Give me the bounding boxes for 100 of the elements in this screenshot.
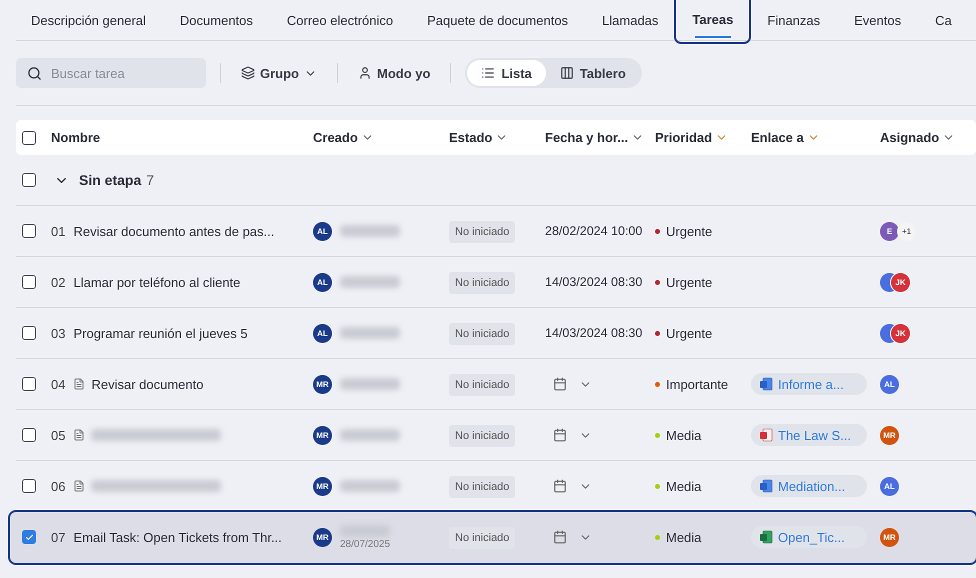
- column-header[interactable]: Enlace a: [751, 130, 880, 145]
- checkbox[interactable]: [22, 326, 36, 340]
- status-badge: No iniciado: [449, 374, 516, 396]
- tab[interactable]: Llamadas: [602, 0, 658, 40]
- blurred-text: [340, 225, 400, 237]
- me-mode-button[interactable]: Modo yo: [352, 66, 436, 80]
- task-row[interactable]: 05 MR No iniciado Media The Law S... MR: [16, 410, 976, 461]
- task-row[interactable]: 04 Revisar documento MR No iniciado Importante Informe a... AL: [16, 359, 976, 410]
- checkbox[interactable]: [22, 224, 36, 238]
- task-name: Revisar documento antes de pas...: [73, 224, 274, 238]
- tab[interactable]: Finanzas: [767, 0, 820, 40]
- tab[interactable]: Descripción general: [31, 0, 146, 40]
- column-header[interactable]: Fecha y hor...: [545, 130, 655, 145]
- tab[interactable]: Tareas: [676, 0, 750, 42]
- avatar: AL: [313, 272, 332, 292]
- tab[interactable]: Paquete de documentos: [427, 0, 568, 40]
- search-field[interactable]: Buscar tarea: [16, 58, 206, 88]
- status-badge: No iniciado: [449, 323, 516, 345]
- document-icon: [73, 378, 86, 390]
- calendar-icon[interactable]: [553, 377, 567, 391]
- avatar: MR: [880, 528, 899, 546]
- document-file-icon: [759, 479, 773, 493]
- blurred-text: [340, 480, 400, 492]
- avatar: MR: [313, 374, 332, 394]
- blurred-text: [340, 429, 400, 441]
- calendar-icon[interactable]: [553, 530, 567, 544]
- checkbox[interactable]: [22, 275, 36, 289]
- task-row[interactable]: 01 Revisar documento antes de pas... AL No iniciado 28/02/2024 10:00 Urgente E +1: [16, 206, 976, 257]
- tab[interactable]: Ca: [935, 0, 952, 40]
- task-row[interactable]: 07 Email Task: Open Tickets from Thr... MR 28/07/2025 No iniciado Media Open_Tic... MR: [10, 512, 976, 563]
- tab[interactable]: Eventos: [854, 0, 902, 40]
- task-number: 07: [51, 530, 66, 544]
- avatar: JK: [890, 322, 911, 344]
- column-header[interactable]: Creado: [313, 130, 449, 145]
- checkbox[interactable]: [22, 377, 36, 391]
- tab[interactable]: Documentos: [180, 0, 253, 40]
- checkbox[interactable]: [22, 173, 36, 187]
- layers-icon: [241, 66, 255, 80]
- task-row[interactable]: 02 Llamar por teléfono al cliente AL No iniciado 14/03/2024 08:30 Urgente JK: [16, 257, 976, 308]
- avatar: MR: [313, 426, 332, 444]
- document-icon: [73, 480, 86, 492]
- checkbox[interactable]: [22, 428, 36, 442]
- task-number: 05: [51, 428, 66, 442]
- blurred-text: [340, 378, 400, 390]
- task-number: 04: [51, 376, 66, 392]
- priority-label: Media: [666, 478, 702, 494]
- priority-label: Urgente: [666, 224, 712, 238]
- list-icon: [481, 66, 496, 80]
- due-date: 14/03/2024 08:30: [545, 275, 642, 289]
- checkbox[interactable]: [22, 130, 36, 144]
- status-badge: No iniciado: [449, 476, 516, 498]
- status-badge: No iniciado: [449, 272, 516, 294]
- columns-icon: [560, 66, 574, 80]
- task-name: Revisar documento: [91, 376, 204, 392]
- task-number: 01: [51, 224, 66, 238]
- priority-label: Media: [666, 530, 702, 544]
- view-tab[interactable]: Tablero: [546, 60, 640, 86]
- more-count: +1: [897, 222, 916, 240]
- column-header[interactable]: Estado: [449, 130, 545, 145]
- status-badge: No iniciado: [449, 221, 516, 243]
- task-number: 06: [51, 478, 66, 494]
- due-date: 28/02/2024 10:00: [545, 224, 642, 238]
- group-title: Sin etapa: [79, 172, 142, 188]
- document-file-icon: [759, 377, 773, 391]
- task-name: Email Task: Open Tickets from Thr...: [73, 530, 282, 544]
- avatar: AL: [313, 222, 332, 240]
- priority-label: Urgente: [666, 326, 712, 340]
- tab[interactable]: Correo electrónico: [286, 0, 394, 40]
- document-file-icon: [759, 530, 773, 544]
- document-icon: [73, 429, 86, 441]
- priority-label: Importante: [666, 376, 728, 392]
- checkbox[interactable]: [22, 530, 36, 544]
- column-header[interactable]: Asignado: [880, 130, 976, 145]
- task-name: Llamar por teléfono al cliente: [73, 274, 240, 290]
- status-badge: No iniciado: [449, 425, 516, 447]
- checkbox[interactable]: [22, 479, 36, 493]
- view-tab[interactable]: Lista: [467, 60, 546, 86]
- created-date: 28/07/2025: [340, 538, 390, 550]
- pdf-file-icon: [759, 428, 773, 442]
- column-header[interactable]: Nombre: [51, 130, 313, 145]
- task-number: 03: [51, 326, 66, 340]
- avatar: AL: [880, 476, 899, 496]
- user-icon: [358, 66, 372, 80]
- task-row[interactable]: 03 Programar reunión el jueves 5 AL No iniciado 14/03/2024 08:30 Urgente JK: [16, 308, 976, 359]
- priority-label: Urgente: [666, 274, 712, 290]
- blurred-text: [340, 327, 400, 339]
- avatar: AL: [880, 374, 899, 394]
- avatar: AL: [313, 324, 332, 342]
- avatar: E: [880, 222, 899, 240]
- task-number: 02: [51, 274, 66, 290]
- avatar: JK: [890, 272, 911, 292]
- calendar-icon[interactable]: [553, 428, 567, 442]
- column-header[interactable]: Prioridad: [655, 130, 751, 145]
- due-date: 14/03/2024 08:30: [545, 326, 642, 340]
- search-icon: [27, 66, 42, 81]
- check-icon: [24, 532, 34, 542]
- blurred-text: [340, 276, 400, 288]
- calendar-icon[interactable]: [553, 479, 567, 493]
- group-button[interactable]: Grupo: [235, 66, 323, 80]
- status-badge: No iniciado: [449, 527, 516, 549]
